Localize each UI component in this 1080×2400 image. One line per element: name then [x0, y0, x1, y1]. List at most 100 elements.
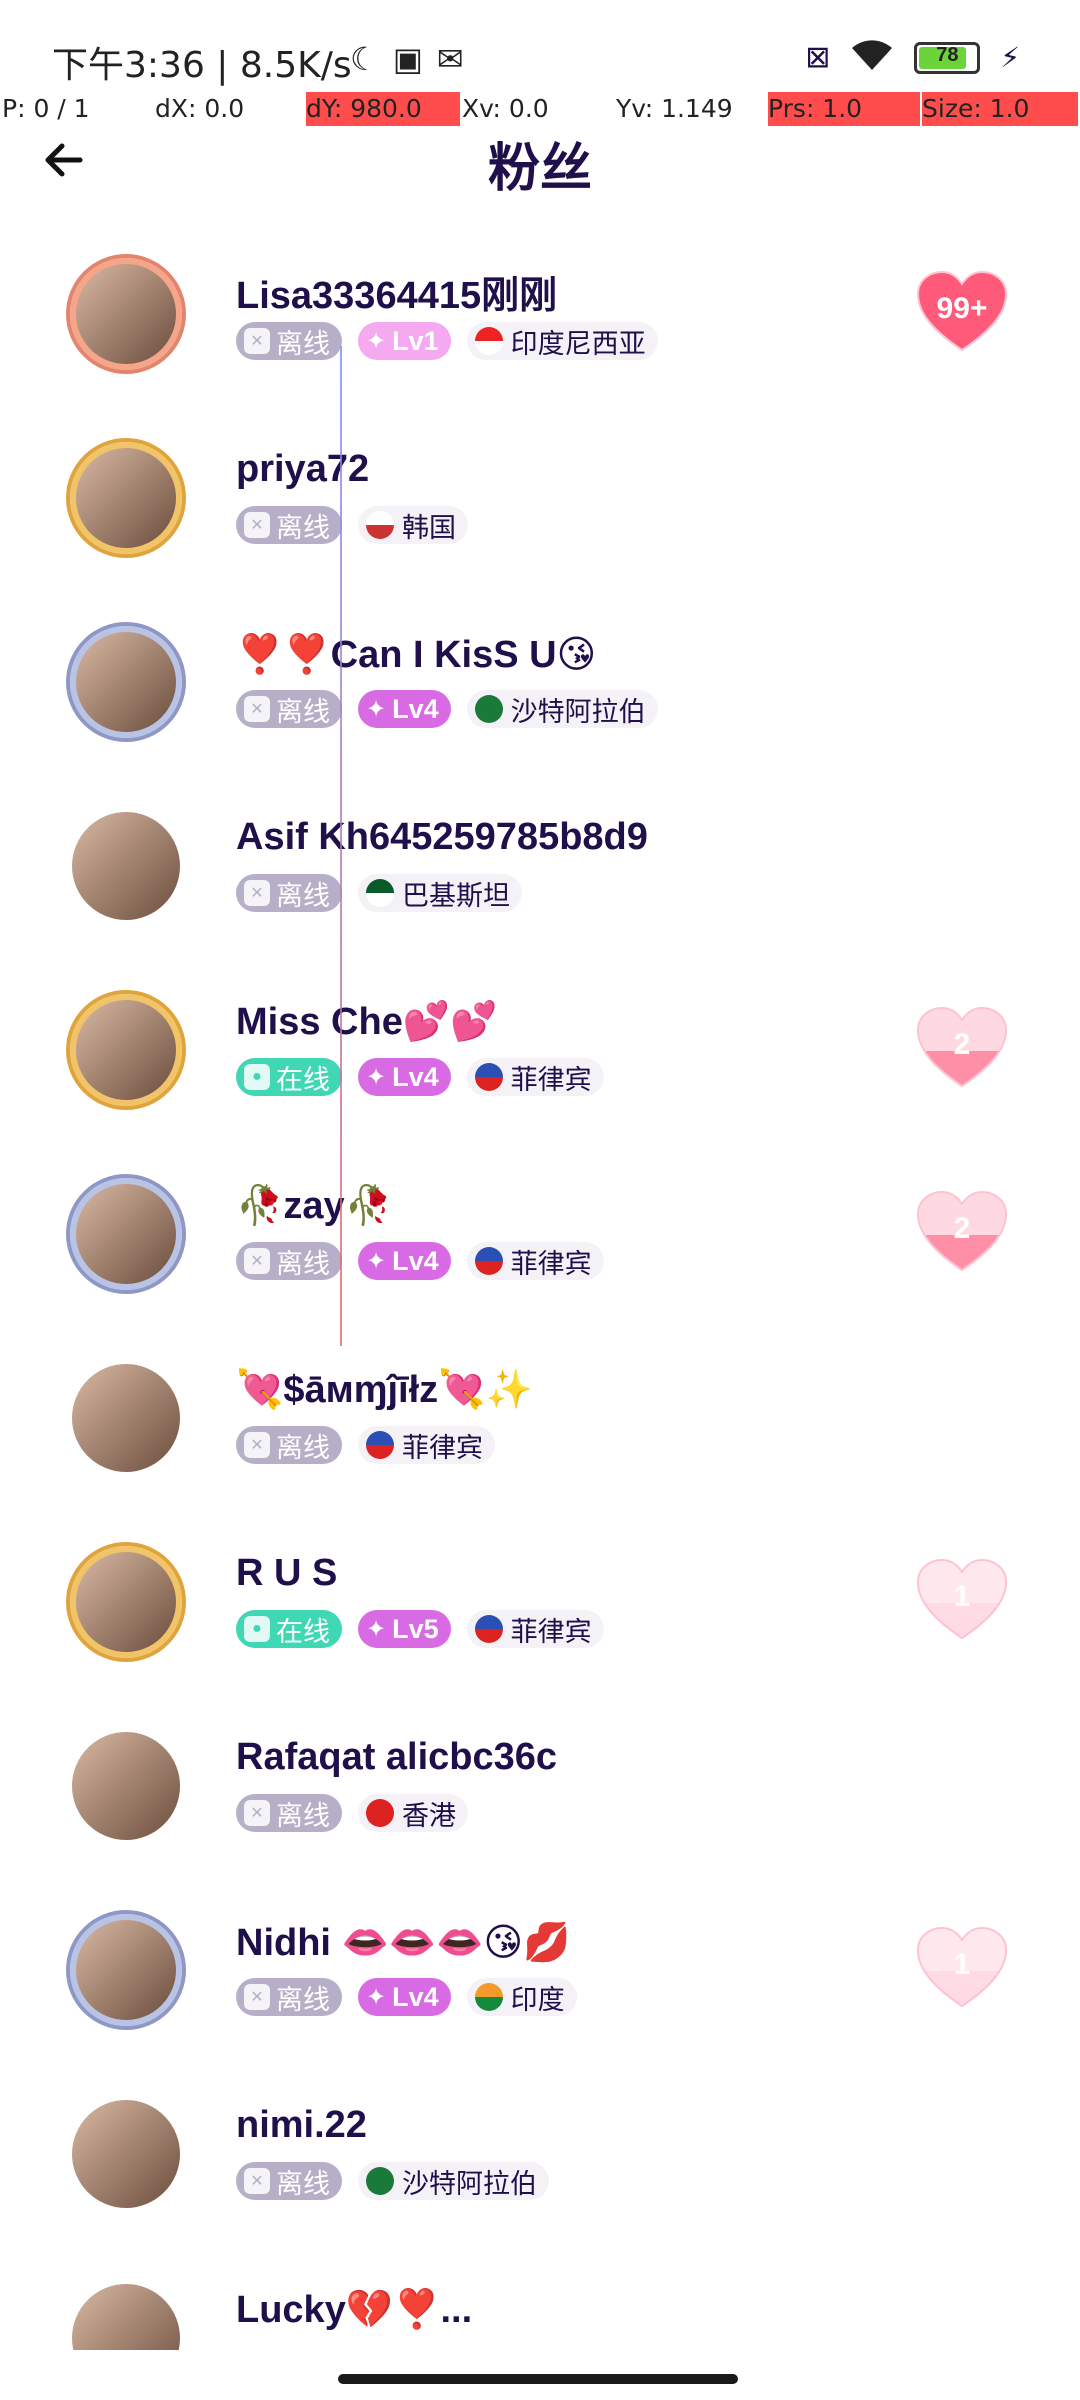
debug-yv: Yv: 1.149	[616, 94, 733, 123]
sparkle-icon: ✦	[366, 1247, 387, 1275]
intimacy-heart[interactable]: 1	[916, 1926, 1008, 2010]
user-name: ❣️❣️Can I KisS U😘	[236, 634, 597, 676]
country-badge: 菲律宾	[466, 1242, 604, 1280]
avatar-frame[interactable]	[56, 428, 196, 568]
flag-icon	[474, 695, 503, 723]
home-indicator[interactable]	[338, 2374, 738, 2384]
heart-count: 1	[953, 1948, 971, 1981]
avatar-frame[interactable]	[56, 796, 196, 936]
tv-off-icon: ✕	[244, 696, 270, 722]
user-tags: ✕ 离线 菲律宾	[236, 1426, 495, 1464]
level-badge: ✦ Lv1	[358, 322, 451, 360]
avatar-frame[interactable]	[56, 1900, 196, 2040]
tv-off-icon: ✕	[244, 1432, 270, 1458]
touch-trace-line	[340, 346, 342, 1346]
fan-row[interactable]: 🥀zay🥀 ✕ 离线 ✦ Lv4 菲律宾 2	[0, 1150, 1080, 1334]
avatar-frame[interactable]	[56, 980, 196, 1120]
sparkle-icon: ✦	[366, 695, 387, 723]
user-name: nimi.22	[236, 2104, 367, 2146]
avatar-frame[interactable]	[56, 1164, 196, 1304]
status-label: 在线	[276, 1064, 330, 1095]
avatar-frame[interactable]	[56, 1348, 196, 1488]
level-label: Lv4	[392, 693, 439, 724]
user-name: Lisa33364415刚刚	[236, 275, 558, 317]
avatar-frame[interactable]	[56, 1716, 196, 1856]
fan-row[interactable]: Rafaqat alicbc36c ✕ 离线 香港	[0, 1702, 1080, 1886]
avatar	[70, 1178, 182, 1290]
offline-badge: ✕ 离线	[236, 1978, 342, 2016]
user-name: 🥀zay🥀	[236, 1185, 392, 1227]
country-badge: 菲律宾	[358, 1426, 495, 1464]
user-name: Nidhi 👄👄👄😘💋	[236, 1922, 571, 1964]
level-badge: ✦ Lv4	[358, 1242, 451, 1280]
country-label: 韩国	[402, 512, 456, 543]
user-name: Asif Kh645259785b8d9	[236, 816, 648, 858]
fan-row[interactable]: nimi.22 ✕ 离线 沙特阿拉伯	[0, 2070, 1080, 2254]
avatar-frame[interactable]	[56, 244, 196, 384]
level-label: Lv5	[392, 1613, 439, 1644]
level-label: Lv4	[392, 1245, 439, 1276]
flag-icon	[366, 1431, 394, 1459]
debug-dx: dX: 0.0	[155, 94, 245, 123]
fan-row[interactable]: ❣️❣️Can I KisS U😘 ✕ 离线 ✦ Lv4 沙特阿拉伯	[0, 598, 1080, 782]
user-name: 💘$āмɱĵīłz💘✨	[236, 1369, 533, 1411]
status-label: 离线	[276, 696, 330, 727]
country-badge: 印度	[466, 1978, 577, 2016]
debug-p: P: 0 / 1	[2, 94, 90, 123]
intimacy-heart[interactable]: 1	[916, 1558, 1008, 1642]
avatar-frame[interactable]	[56, 612, 196, 752]
status-label: 离线	[276, 1248, 330, 1279]
offline-badge: ✕ 离线	[236, 1426, 342, 1464]
status-bar: 下午3:36 | 8.5K/s ☾ ▣ ✉ ⊠ 78 ⚡	[0, 0, 1080, 92]
user-tags: ● 在线 ✦ Lv5 菲律宾	[236, 1610, 604, 1648]
fan-row[interactable]: Lisa33364415刚刚 ✕ 离线 ✦ Lv1 印度尼西亚 99+	[0, 230, 1080, 414]
tv-off-icon: ✕	[244, 1984, 270, 2010]
avatar-frame[interactable]	[56, 2268, 196, 2350]
flag-icon	[474, 327, 503, 355]
level-label: Lv1	[392, 325, 439, 356]
fan-row[interactable]: R U S ● 在线 ✦ Lv5 菲律宾 1	[0, 1518, 1080, 1702]
fan-row[interactable]: Lucky💔❣️...	[0, 2254, 1080, 2350]
level-badge: ✦ Lv4	[358, 1978, 451, 2016]
avatar	[72, 1732, 180, 1840]
user-tags: ✕ 离线 ✦ Lv4 菲律宾	[236, 1242, 604, 1280]
fan-list[interactable]: Lisa33364415刚刚 ✕ 离线 ✦ Lv1 印度尼西亚 99+ priya72 ✕ 离线韩…	[0, 230, 1080, 2350]
offline-badge: ✕ 离线	[236, 2162, 342, 2200]
country-label: 沙特阿拉伯	[510, 696, 646, 727]
mail-icon: ✉	[436, 41, 464, 77]
person-icon: ●	[244, 1616, 270, 1642]
avatar	[70, 1546, 182, 1658]
fan-row[interactable]: priya72 ✕ 离线 韩国	[0, 414, 1080, 598]
header: 粉丝	[0, 120, 1080, 200]
sparkle-icon: ✦	[366, 1615, 387, 1643]
status-label: 离线	[276, 328, 330, 359]
offline-badge: ✕ 离线	[236, 506, 342, 544]
level-label: Lv4	[392, 1981, 439, 2012]
fan-row[interactable]: Nidhi 👄👄👄😘💋 ✕ 离线 ✦ Lv4 印度 1	[0, 1886, 1080, 2070]
status-label: 在线	[276, 1616, 330, 1647]
avatar-frame[interactable]	[56, 1532, 196, 1672]
fan-row[interactable]: Miss Che💕💕 ● 在线 ✦ Lv4 菲律宾 2	[0, 966, 1080, 1150]
sparkle-icon: ✦	[366, 327, 387, 355]
intimacy-heart[interactable]: 2	[916, 1190, 1008, 1274]
user-name: priya72	[236, 448, 370, 490]
intimacy-heart[interactable]: 99+	[916, 270, 1008, 354]
avatar	[70, 1914, 182, 2026]
fan-row[interactable]: Asif Kh645259785b8d9 ✕ 离线 巴基斯坦	[0, 782, 1080, 966]
country-badge: 沙特阿拉伯	[358, 2162, 549, 2200]
user-name: Miss Che💕💕	[236, 1001, 498, 1043]
avatar	[70, 626, 182, 738]
offline-badge: ✕ 离线	[236, 322, 342, 360]
avatar-frame[interactable]	[56, 2084, 196, 2224]
flag-icon	[366, 511, 394, 539]
user-tags: ✕ 离线 ✦ Lv4 印度	[236, 1978, 577, 2016]
flag-icon	[474, 1615, 503, 1643]
status-label: 离线	[276, 512, 330, 543]
avatar	[72, 2284, 180, 2350]
intimacy-heart[interactable]: 2	[916, 1006, 1008, 1090]
country-badge: 香港	[358, 1794, 468, 1832]
status-time: 下午3:36 | 8.5K/s	[52, 45, 352, 86]
user-tags: ✕ 离线 香港	[236, 1794, 468, 1832]
tv-off-icon: ✕	[244, 328, 270, 354]
fan-row[interactable]: 💘$āмɱĵīłz💘✨ ✕ 离线 菲律宾	[0, 1334, 1080, 1518]
